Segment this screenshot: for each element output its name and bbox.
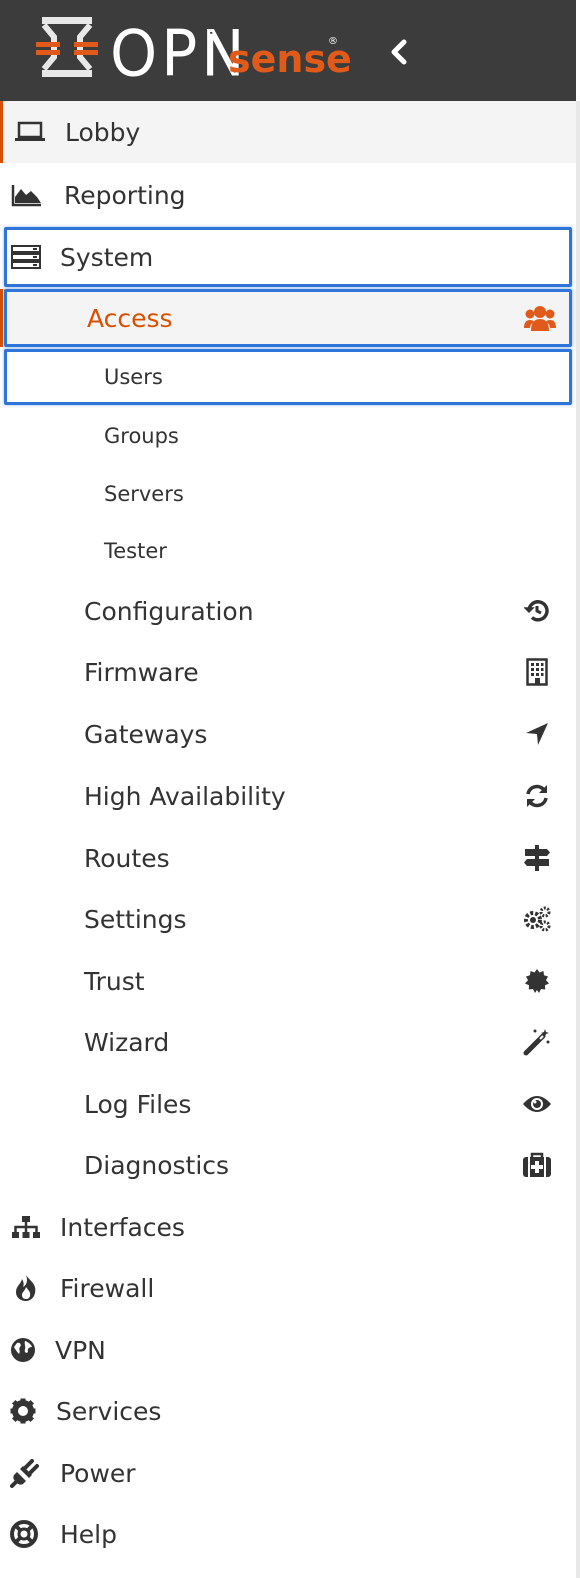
- menu-label: Lobby: [65, 117, 141, 147]
- menu-item-services[interactable]: Services: [0, 1381, 576, 1441]
- menu-item-trust[interactable]: Trust: [0, 951, 576, 1011]
- menu-item-users[interactable]: Users: [0, 349, 576, 405]
- menu-item-groups[interactable]: Groups: [0, 408, 576, 464]
- refresh-icon: [520, 779, 554, 813]
- medkit-icon: [520, 1148, 554, 1182]
- area-chart-icon: [10, 178, 44, 212]
- menu-label: Routes: [84, 843, 170, 873]
- menu-label: Users: [104, 365, 163, 389]
- menu-item-power[interactable]: Power: [0, 1443, 576, 1503]
- menu-label: Firewall: [60, 1273, 155, 1303]
- fire-icon: [9, 1271, 43, 1305]
- menu-item-configuration[interactable]: Configuration: [0, 581, 576, 641]
- menu-label: Log Files: [84, 1089, 192, 1119]
- menu-label: Services: [56, 1396, 162, 1426]
- menu-item-tester[interactable]: Tester: [0, 523, 576, 579]
- menu-label: Groups: [104, 424, 179, 448]
- sitemap-icon: [9, 1210, 43, 1244]
- menu-label: Settings: [84, 904, 187, 934]
- building-icon: [520, 655, 554, 689]
- history-icon: [520, 594, 554, 628]
- menu-item-diagnostics[interactable]: Diagnostics: [0, 1135, 576, 1195]
- menu-item-log-files[interactable]: Log Files: [0, 1074, 576, 1134]
- life-ring-icon: [7, 1517, 41, 1551]
- menu-item-firmware[interactable]: Firmware: [0, 642, 576, 702]
- menu-label: Firmware: [84, 657, 199, 687]
- menu-label: Gateways: [84, 719, 208, 749]
- globe-icon: [6, 1333, 40, 1367]
- menu-item-reporting[interactable]: Reporting: [0, 164, 576, 226]
- location-arrow-icon: [520, 717, 554, 751]
- opnsense-wordmark: OPN sense ®: [110, 18, 350, 85]
- menu-label: Configuration: [84, 596, 254, 626]
- menu-item-access[interactable]: Access: [0, 289, 576, 347]
- menu-label: Tester: [104, 539, 167, 563]
- menu-label: Wizard: [84, 1027, 170, 1057]
- menu-label: Interfaces: [60, 1212, 185, 1242]
- menu-label: Power: [60, 1458, 136, 1488]
- menu-item-gateways[interactable]: Gateways: [0, 704, 576, 764]
- menu-item-routes[interactable]: Routes: [0, 828, 576, 888]
- plug-icon: [8, 1456, 42, 1490]
- menu-label: Reporting: [64, 180, 186, 210]
- laptop-icon: [13, 115, 47, 149]
- certificate-icon: [520, 964, 554, 998]
- collapse-sidebar-icon[interactable]: [386, 38, 412, 66]
- users-group-icon: [523, 301, 557, 335]
- signpost-icon: [520, 841, 554, 875]
- menu-item-wizard[interactable]: Wizard: [0, 1012, 576, 1072]
- server-icon: [9, 240, 43, 274]
- menu-label: Access: [87, 303, 173, 333]
- menu-item-vpn[interactable]: VPN: [0, 1320, 576, 1380]
- sidebar-right-border: [576, 101, 580, 1578]
- gear-icon: [6, 1394, 40, 1428]
- menu-item-help[interactable]: Help: [0, 1504, 576, 1564]
- menu-item-interfaces[interactable]: Interfaces: [0, 1197, 576, 1257]
- menu-item-high-availability[interactable]: High Availability: [0, 766, 576, 826]
- menu-item-system[interactable]: System: [0, 227, 576, 287]
- menu-label: Trust: [84, 966, 145, 996]
- opnsense-logo-icon: [36, 17, 98, 77]
- menu-label: High Availability: [84, 781, 286, 811]
- menu-label: Diagnostics: [84, 1150, 230, 1180]
- menu-item-firewall[interactable]: Firewall: [0, 1258, 576, 1318]
- top-header: OPN sense ®: [0, 0, 576, 101]
- svg-text:®: ®: [328, 36, 338, 47]
- menu-item-servers[interactable]: Servers: [0, 466, 576, 522]
- menu-label: System: [60, 242, 154, 272]
- magic-wand-icon: [520, 1025, 554, 1059]
- menu-label: VPN: [55, 1335, 106, 1365]
- menu-label: Help: [60, 1519, 117, 1549]
- menu-item-lobby[interactable]: Lobby: [0, 101, 576, 163]
- menu-label: Servers: [104, 482, 184, 506]
- cogs-icon: [520, 902, 554, 936]
- menu-item-settings[interactable]: Settings: [0, 889, 576, 949]
- eye-icon: [520, 1087, 554, 1121]
